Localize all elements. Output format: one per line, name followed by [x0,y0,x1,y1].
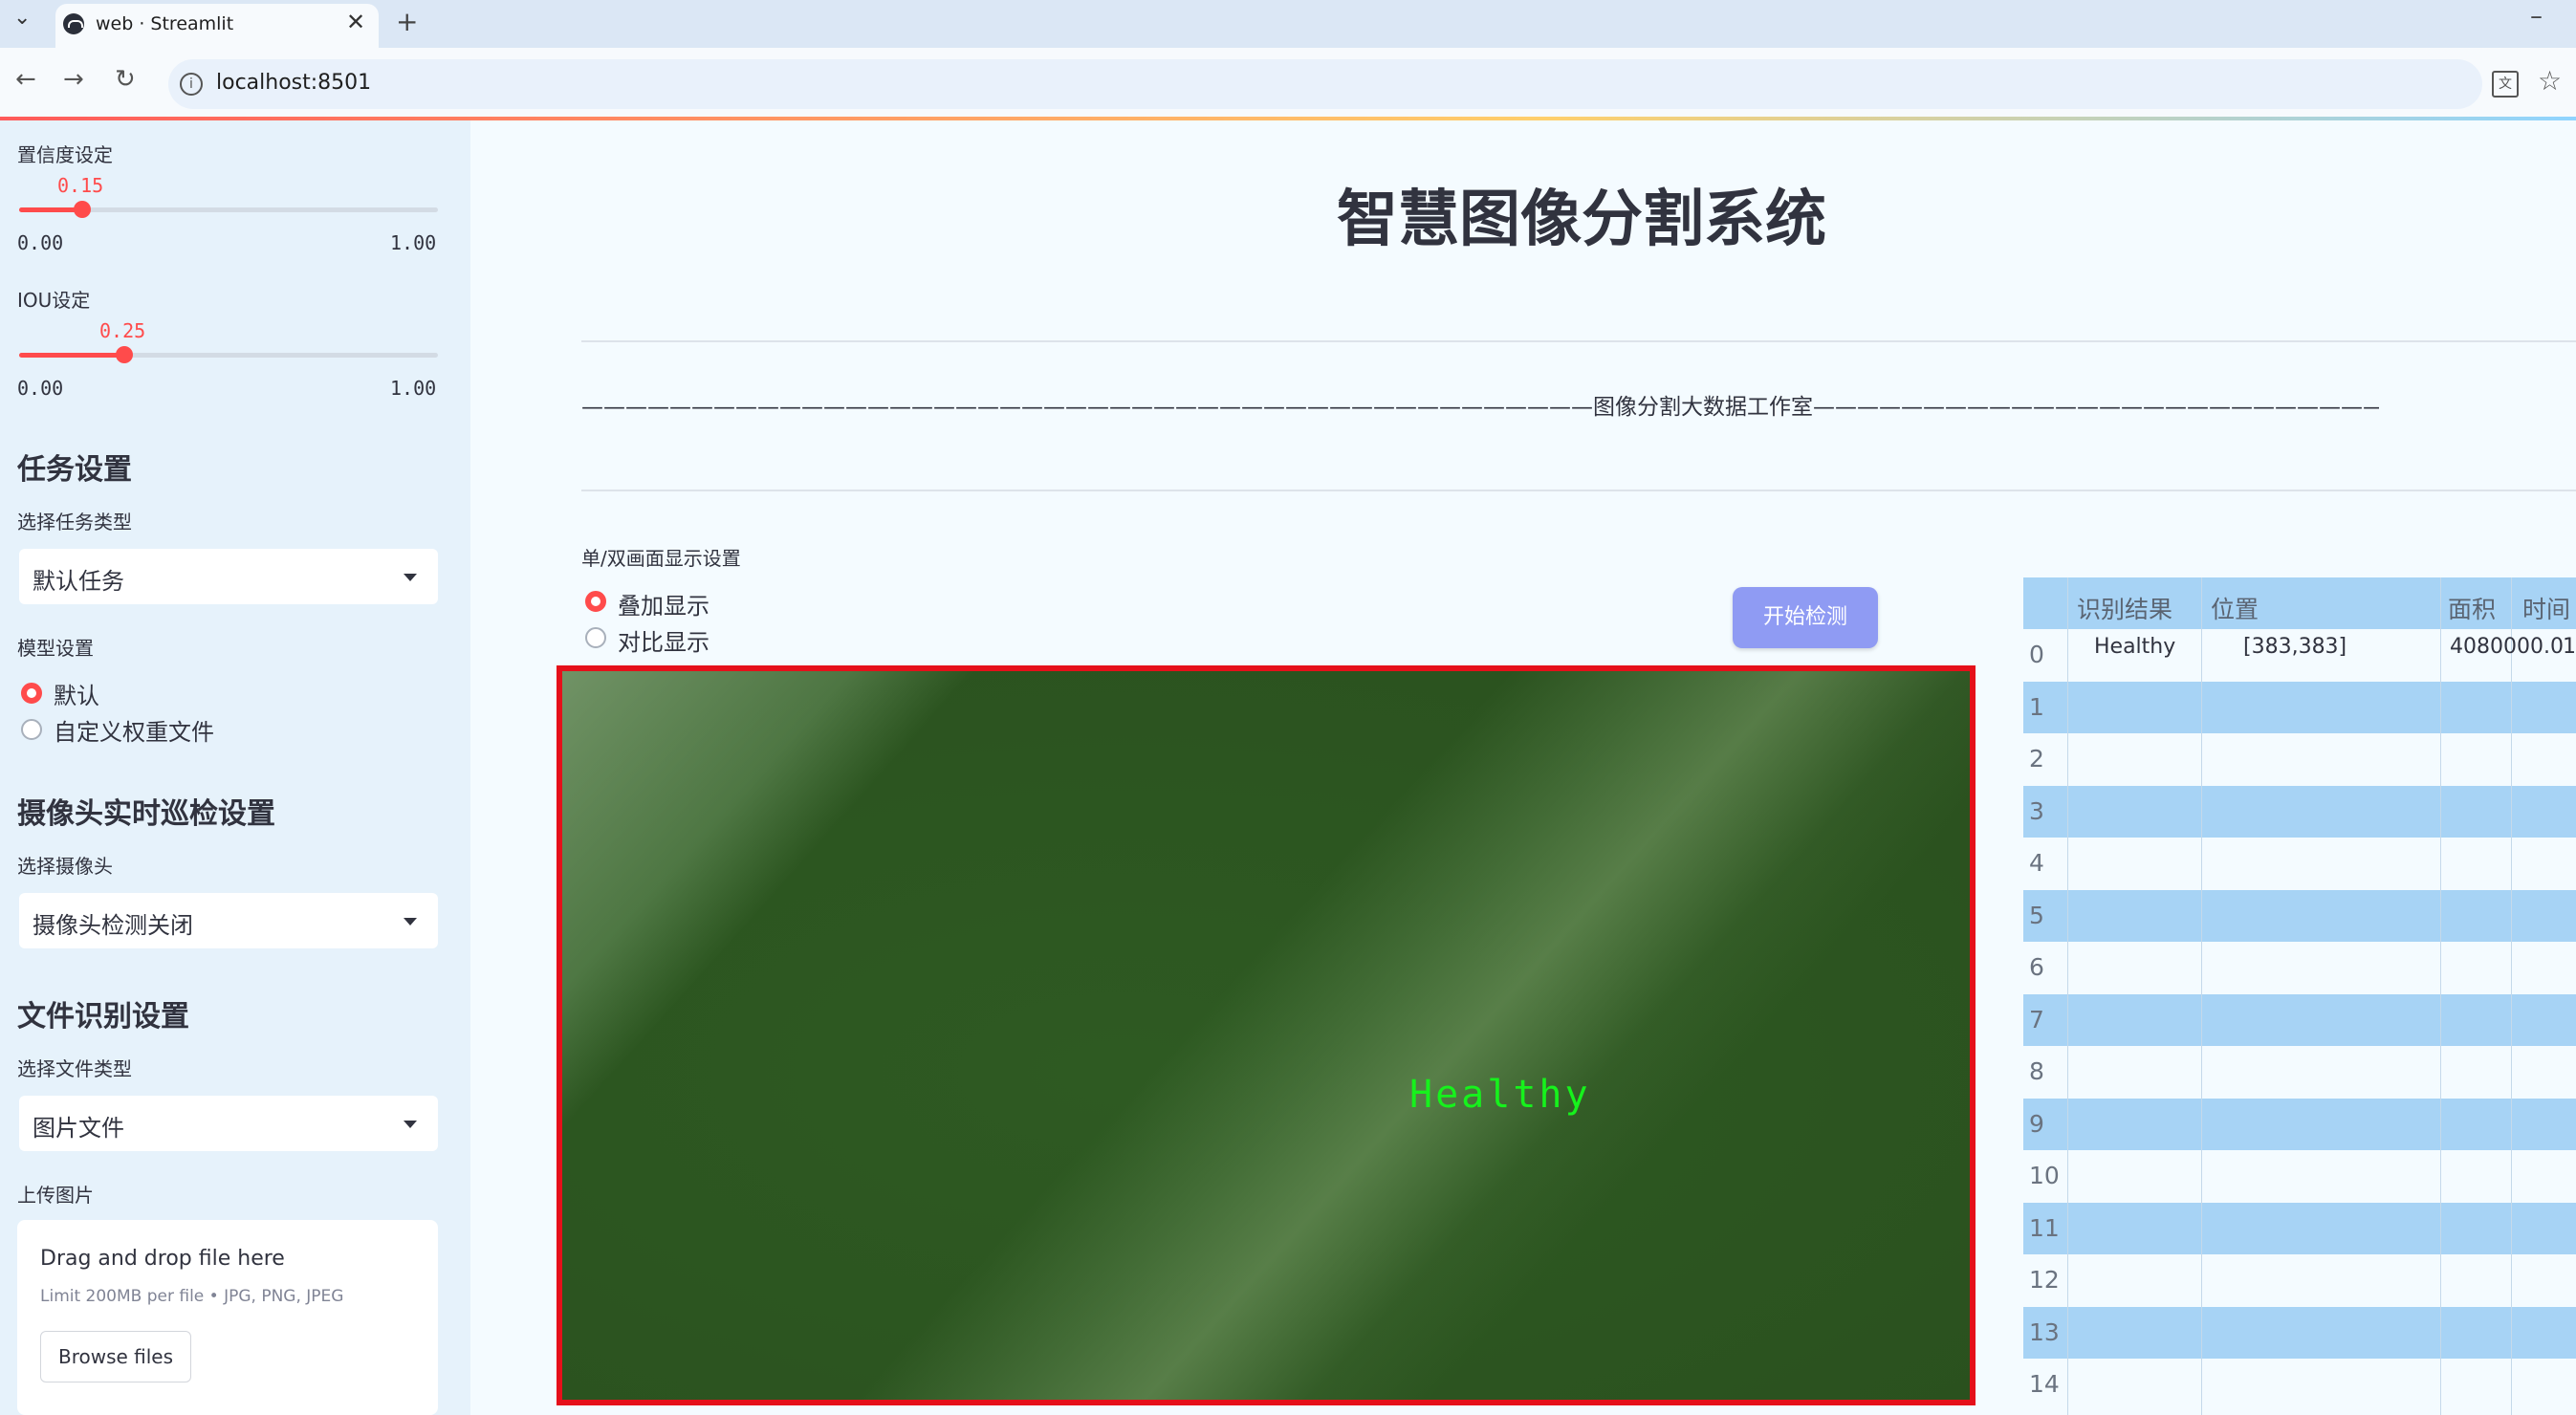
table-row [2023,1150,2576,1202]
task-settings-heading: 任务设置 [17,453,132,487]
start-detection-button[interactable]: 开始检测 [1733,587,1878,648]
file-type-value: 图片文件 [33,1115,124,1142]
column-divider [2440,577,2441,1415]
browser-tab-bar [0,0,2576,48]
detection-result-image [557,665,1976,1405]
page-subtitle: ————————————————————————————————————————… [581,395,2379,420]
column-header-time[interactable]: 时间 [2522,591,2570,625]
table-row [2023,1046,2576,1098]
table-row [2023,733,2576,785]
model-settings-label: 模型设置 [17,637,94,660]
page-title: 智慧图像分割系统 [1337,185,1826,255]
tab-list-chevron-icon[interactable]: ⌄ [13,6,31,30]
row-index: 3 [2029,796,2044,825]
divider-bottom [581,490,2576,491]
overlay-display-label[interactable]: 叠加显示 [618,587,709,620]
reload-icon[interactable]: ↻ [115,65,136,94]
browse-files-button[interactable]: Browse files [40,1331,191,1382]
file-type-dropdown-icon[interactable] [404,1121,417,1128]
row-index: 6 [2029,953,2044,981]
iou-max: 1.00 [390,377,437,400]
model-default-radio[interactable] [21,683,42,704]
streamlit-favicon-icon [63,13,84,34]
divider-top [581,340,2576,342]
new-tab-icon[interactable]: + [396,6,418,37]
column-divider [2067,577,2068,1415]
iou-label: IOU设定 [17,289,91,312]
tab-close-icon[interactable]: ✕ [346,9,365,35]
table-row [2023,1098,2576,1150]
column-header-area[interactable]: 面积 [2448,591,2496,625]
row-index: 9 [2029,1109,2044,1138]
column-header-position[interactable]: 位置 [2211,591,2259,625]
table-row [2023,1306,2576,1359]
translate-icon[interactable]: 文 [2492,71,2519,98]
overlay-display-radio[interactable] [585,591,606,612]
camera-select-label: 选择摄像头 [17,855,113,878]
row-0-result: Healthy [2094,635,2176,659]
table-row [2023,1254,2576,1306]
row-index: 14 [2029,1370,2060,1398]
task-type-value: 默认任务 [33,568,124,595]
row-index: 10 [2029,1162,2060,1189]
row-index: 13 [2029,1317,2060,1346]
model-custom-label[interactable]: 自定义权重文件 [54,713,214,747]
table-row [2023,785,2576,838]
iou-slider-thumb[interactable] [115,346,133,363]
iou-slider-fill [19,353,124,358]
camera-settings-heading: 摄像头实时巡检设置 [17,797,275,831]
row-0-time: 1 [2563,635,2576,659]
confidence-label: 置信度设定 [17,143,113,166]
window-minimize-icon[interactable]: – [2530,2,2543,31]
detection-class-label: Healthy [1409,1073,1591,1117]
model-custom-radio[interactable] [21,719,42,740]
tab-title: web · Streamlit [96,13,234,34]
row-index: 4 [2029,849,2044,877]
task-type-label: 选择任务类型 [17,511,132,533]
task-type-dropdown-icon[interactable] [404,574,417,581]
table-row [2023,993,2576,1046]
row-index: 5 [2029,901,2044,929]
table-row [2023,1202,2576,1254]
row-index: 2 [2029,745,2044,773]
row-0-area: 4080000.0 [2450,635,2564,659]
column-header-result[interactable]: 识别结果 [2077,591,2172,625]
address-bar[interactable] [168,59,2482,109]
site-info-icon[interactable]: i [180,73,203,96]
iou-value: 0.25 [99,319,146,342]
dropzone-instructions: Drag and drop file here [40,1247,285,1271]
model-default-label[interactable]: 默认 [54,677,99,710]
iou-min: 0.00 [17,377,64,400]
row-index: 1 [2029,692,2044,721]
table-row [2023,942,2576,993]
table-row [2023,681,2576,733]
compare-display-radio[interactable] [585,627,606,648]
file-type-label: 选择文件类型 [17,1057,132,1080]
forward-arrow-icon[interactable]: → [63,65,84,94]
row-index: 7 [2029,1005,2044,1034]
camera-dropdown-icon[interactable] [404,918,417,925]
back-arrow-icon[interactable]: ← [15,65,36,94]
table-row [2023,838,2576,889]
column-divider [2511,577,2512,1415]
row-index: 11 [2029,1213,2060,1242]
row-index: 8 [2029,1057,2044,1085]
camera-select-value: 摄像头检测关闭 [33,912,193,939]
bookmark-star-icon[interactable]: ☆ [2538,65,2562,97]
row-0-position: [383,383] [2243,635,2347,659]
dropzone-limits: Limit 200MB per file • JPG, PNG, JPEG [40,1287,344,1306]
compare-display-label[interactable]: 对比显示 [618,623,709,657]
url-text[interactable]: localhost:8501 [216,71,371,95]
table-row [2023,1359,2576,1410]
file-settings-heading: 文件识别设置 [17,1000,189,1034]
row-index: 0 [2029,641,2044,668]
row-index: 12 [2029,1266,2060,1294]
upload-label: 上传图片 [17,1184,94,1207]
table-row [2023,889,2576,942]
display-mode-label: 单/双画面显示设置 [581,547,741,570]
column-divider [2201,577,2202,1415]
